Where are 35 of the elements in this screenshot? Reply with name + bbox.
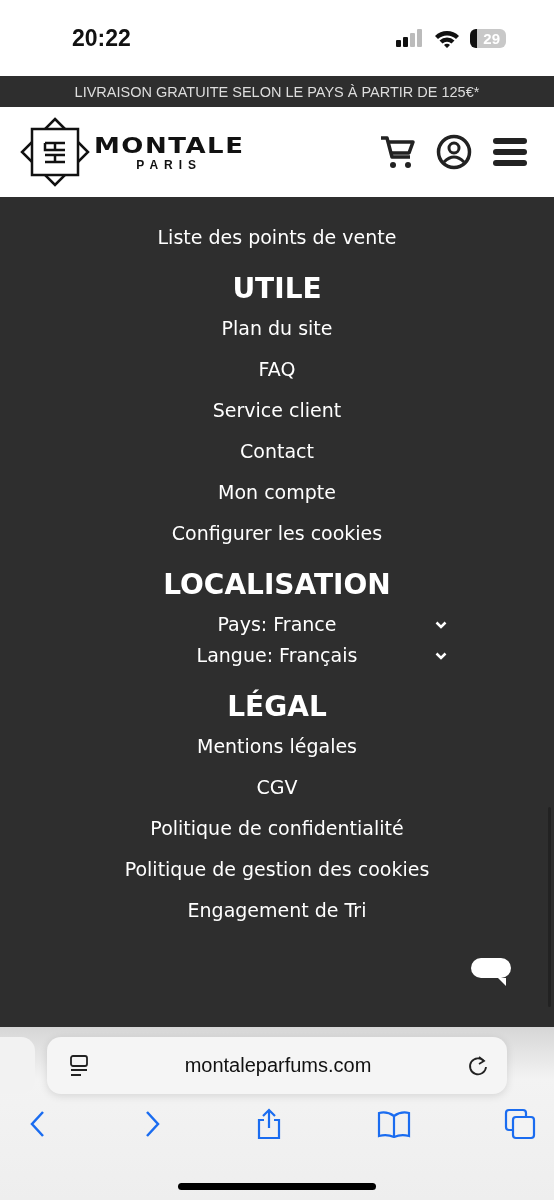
banner-text: LIVRAISON GRATUITE SELON LE PAYS À PARTIR DE 125€*	[74, 83, 480, 100]
footer-link[interactable]: CGV	[256, 775, 298, 800]
footer-link[interactable]: Mon compte	[218, 480, 336, 505]
logo-wordmark[interactable]: MONTALE	[94, 135, 245, 157]
footer-link[interactable]: FAQ	[258, 357, 296, 382]
footer-link[interactable]: Engagement de Tri	[187, 898, 367, 923]
logo-subtitle: PARIS	[136, 159, 203, 171]
menu-icon[interactable]	[492, 136, 528, 168]
logo-mark-icon[interactable]	[20, 117, 90, 187]
cart-icon[interactable]	[380, 134, 416, 170]
section-heading: LOCALISATION	[163, 568, 391, 602]
tabs-icon[interactable]	[504, 1108, 536, 1140]
dropdown[interactable]: Langue: Français	[107, 643, 447, 668]
footer-link[interactable]: Liste des points de vente	[157, 225, 397, 250]
wifi-icon	[434, 28, 461, 48]
footer-link[interactable]: Service client	[212, 398, 342, 423]
footer-link[interactable]: Contact	[240, 439, 314, 464]
chevron-down-icon	[435, 621, 447, 629]
share-icon[interactable]	[255, 1108, 283, 1140]
address-bar[interactable]: montaleparfums.com	[47, 1037, 507, 1094]
section-heading: LÉGAL	[227, 690, 327, 724]
footer-link[interactable]: Configurer les cookies	[171, 521, 383, 546]
chevron-down-icon	[435, 652, 447, 660]
bookmarks-icon[interactable]	[376, 1110, 411, 1138]
dropdown[interactable]: Pays: France	[107, 612, 447, 637]
section-heading: UTILE	[232, 272, 322, 306]
footer-link[interactable]: Politique de gestion des cookies	[124, 857, 430, 882]
page-menu-icon[interactable]	[69, 1054, 89, 1077]
signal-icon	[396, 29, 425, 47]
footer-link[interactable]: Plan du site	[221, 316, 333, 341]
reload-icon[interactable]	[467, 1054, 489, 1077]
status-time: 20:22	[72, 24, 131, 52]
account-icon[interactable]	[436, 134, 472, 170]
footer-link[interactable]: Mentions légales	[197, 734, 357, 759]
footer-link[interactable]: Politique de confidentialité	[150, 816, 404, 841]
